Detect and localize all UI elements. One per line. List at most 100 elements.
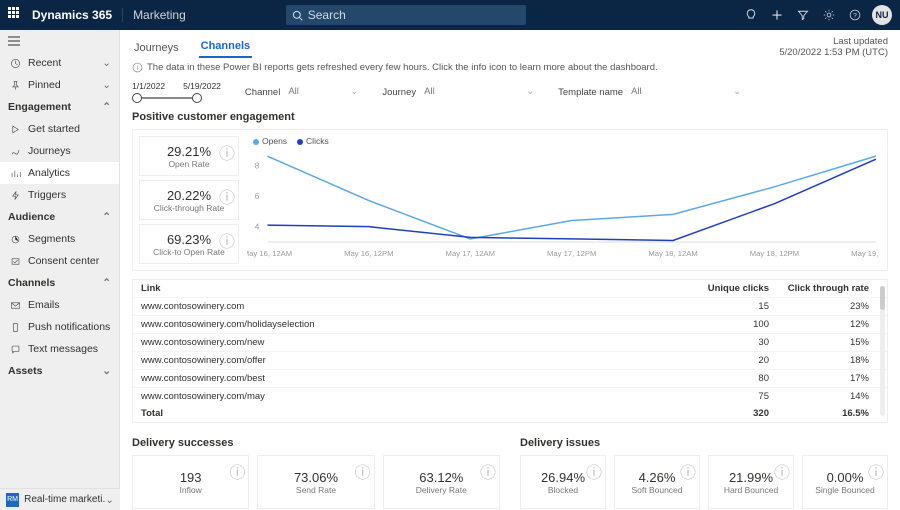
sidebar-item-get-started[interactable]: Get started bbox=[0, 118, 119, 140]
tile-label: Inflow bbox=[180, 485, 202, 495]
gear-icon[interactable] bbox=[816, 9, 842, 21]
info-icon[interactable]: ⓘ bbox=[229, 459, 245, 483]
table-row[interactable]: www.contosowinery.com/holidayselection10… bbox=[133, 316, 887, 334]
area-label: Real-time marketi... bbox=[24, 494, 105, 505]
info-icon[interactable]: ⓘ bbox=[219, 228, 235, 252]
tile-label: Single Bounced bbox=[815, 485, 875, 495]
legend-item[interactable]: Opens bbox=[253, 136, 287, 146]
col-ctr[interactable]: Click through rate bbox=[769, 283, 879, 294]
filter-channel[interactable]: ChannelAll⌄ bbox=[245, 86, 358, 98]
svg-text:May 17, 12PM: May 17, 12PM bbox=[547, 249, 596, 258]
info-icon[interactable]: ⓘ bbox=[774, 459, 790, 483]
col-clicks[interactable]: Unique clicks bbox=[679, 283, 769, 294]
hamburger-icon[interactable] bbox=[0, 30, 119, 52]
table-row[interactable]: www.contosowinery.com/may7514% bbox=[133, 388, 887, 405]
table-row[interactable]: www.contosowinery.com/new3015% bbox=[133, 334, 887, 352]
sidebar-item-segments[interactable]: Segments bbox=[0, 228, 119, 250]
sidebar-recent[interactable]: Recent⌄ bbox=[0, 52, 119, 74]
tab-journeys[interactable]: Journeys bbox=[132, 38, 181, 58]
consent-icon bbox=[8, 256, 22, 267]
info-icon[interactable]: ⓘ bbox=[219, 140, 235, 164]
scrollbar[interactable] bbox=[880, 286, 885, 416]
info-icon[interactable]: ⓘ bbox=[355, 459, 371, 483]
sidebar-pinned-label: Pinned bbox=[28, 79, 61, 91]
table-row[interactable]: www.contosowinery.com/best8017% bbox=[133, 370, 887, 388]
sidebar-footer[interactable]: RM Real-time marketi... ⌄ bbox=[0, 488, 120, 510]
sidebar-item-label: Triggers bbox=[28, 189, 66, 201]
brand: Dynamics 365 bbox=[32, 8, 112, 22]
app-launcher-icon[interactable] bbox=[8, 7, 24, 23]
engagement-panel: ⓘ29.21%Open Rateⓘ20.22%Click-through Rat… bbox=[132, 129, 888, 271]
journey-icon bbox=[8, 146, 22, 157]
search-input[interactable]: Search bbox=[286, 5, 526, 25]
tile-value: 4.26% bbox=[639, 470, 676, 485]
filters: 1/1/20225/19/2022 ChannelAll⌄ JourneyAll… bbox=[132, 81, 888, 103]
plus-icon[interactable] bbox=[764, 9, 790, 21]
topbar: Dynamics 365 Marketing Search ? NU bbox=[0, 0, 900, 30]
col-link[interactable]: Link bbox=[141, 283, 679, 294]
table-row[interactable]: www.contosowinery.com/offer2018% bbox=[133, 352, 887, 370]
sidebar-group-engagement[interactable]: Engagement⌃ bbox=[0, 96, 119, 118]
chevron-down-icon: ⌄ bbox=[733, 86, 741, 97]
sidebar: Recent⌄ Pinned⌄ Engagement⌃Get startedJo… bbox=[0, 30, 120, 510]
tile-value: 73.06% bbox=[294, 470, 338, 485]
info-banner: i The data in these Power BI reports get… bbox=[120, 58, 900, 77]
metric-tile: ⓘ73.06%Send Rate bbox=[257, 455, 374, 509]
tab-channels[interactable]: Channels bbox=[199, 36, 253, 58]
filter-template[interactable]: Template nameAll⌄ bbox=[558, 86, 741, 98]
sidebar-item-text-messages[interactable]: Text messages bbox=[0, 338, 119, 360]
info-icon[interactable]: i bbox=[132, 62, 143, 73]
clock-icon bbox=[8, 58, 22, 69]
chevron-down-icon: ⌄ bbox=[105, 494, 114, 506]
analytics-icon bbox=[8, 168, 22, 179]
svg-text:May 19, 12AM: May 19, 12AM bbox=[851, 249, 881, 258]
tile-value: 193 bbox=[180, 470, 202, 485]
tabs: Journeys Channels Last updated 5/20/2022… bbox=[120, 30, 900, 58]
kpi-tile: ⓘ29.21%Open Rate bbox=[139, 136, 239, 176]
sidebar-recent-label: Recent bbox=[28, 57, 61, 69]
table-row[interactable]: www.contosowinery.com1523% bbox=[133, 298, 887, 316]
sidebar-item-label: Emails bbox=[28, 299, 60, 311]
sidebar-item-emails[interactable]: Emails bbox=[0, 294, 119, 316]
svg-text:May 17, 12AM: May 17, 12AM bbox=[446, 249, 495, 258]
tile-label: Soft Bounced bbox=[631, 485, 682, 495]
area-label: Marketing bbox=[122, 8, 186, 22]
info-icon[interactable]: ⓘ bbox=[868, 459, 884, 483]
info-icon[interactable]: ⓘ bbox=[680, 459, 696, 483]
filter-icon[interactable] bbox=[790, 9, 816, 21]
info-icon[interactable]: ⓘ bbox=[219, 184, 235, 208]
sidebar-item-consent-center[interactable]: Consent center bbox=[0, 250, 119, 272]
help-icon[interactable]: ? bbox=[842, 9, 868, 21]
sidebar-group-audience[interactable]: Audience⌃ bbox=[0, 206, 119, 228]
sidebar-group-assets[interactable]: Assets⌄ bbox=[0, 360, 119, 382]
date-range-slider[interactable]: 1/1/20225/19/2022 bbox=[132, 81, 221, 103]
sidebar-pinned[interactable]: Pinned⌄ bbox=[0, 74, 119, 96]
sidebar-item-label: Analytics bbox=[28, 167, 70, 179]
lightbulb-icon[interactable] bbox=[738, 9, 764, 21]
table-total: Total 320 16.5% bbox=[133, 405, 887, 422]
svg-text:May 18, 12AM: May 18, 12AM bbox=[648, 249, 697, 258]
pin-icon bbox=[8, 80, 22, 91]
legend-item[interactable]: Clicks bbox=[297, 136, 329, 146]
filter-journey[interactable]: JourneyAll⌄ bbox=[382, 86, 534, 98]
search-icon bbox=[292, 10, 303, 21]
sidebar-item-journeys[interactable]: Journeys bbox=[0, 140, 119, 162]
delivery-issues-title: Delivery issues bbox=[520, 437, 888, 449]
sidebar-item-analytics[interactable]: Analytics bbox=[0, 162, 119, 184]
tile-value: 26.94% bbox=[541, 470, 585, 485]
metric-tile: ⓘ 4.26%Soft Bounced bbox=[614, 455, 700, 509]
info-icon[interactable]: ⓘ bbox=[586, 459, 602, 483]
sidebar-item-triggers[interactable]: Triggers bbox=[0, 184, 119, 206]
chevron-up-icon: ⌃ bbox=[102, 101, 111, 113]
svg-text:?: ? bbox=[853, 12, 857, 19]
sidebar-item-push-notifications[interactable]: Push notifications bbox=[0, 316, 119, 338]
email-icon bbox=[8, 300, 22, 311]
sidebar-group-channels[interactable]: Channels⌃ bbox=[0, 272, 119, 294]
tile-value: 0.00% bbox=[827, 470, 864, 485]
line-chart: 468May 16, 12AMMay 16, 12PMMay 17, 12AMM… bbox=[247, 136, 881, 260]
metric-tile: ⓘ63.12%Delivery Rate bbox=[383, 455, 500, 509]
svg-text:i: i bbox=[137, 65, 138, 72]
sidebar-item-label: Get started bbox=[28, 123, 80, 135]
avatar[interactable]: NU bbox=[872, 5, 892, 25]
info-icon[interactable]: ⓘ bbox=[480, 459, 496, 483]
